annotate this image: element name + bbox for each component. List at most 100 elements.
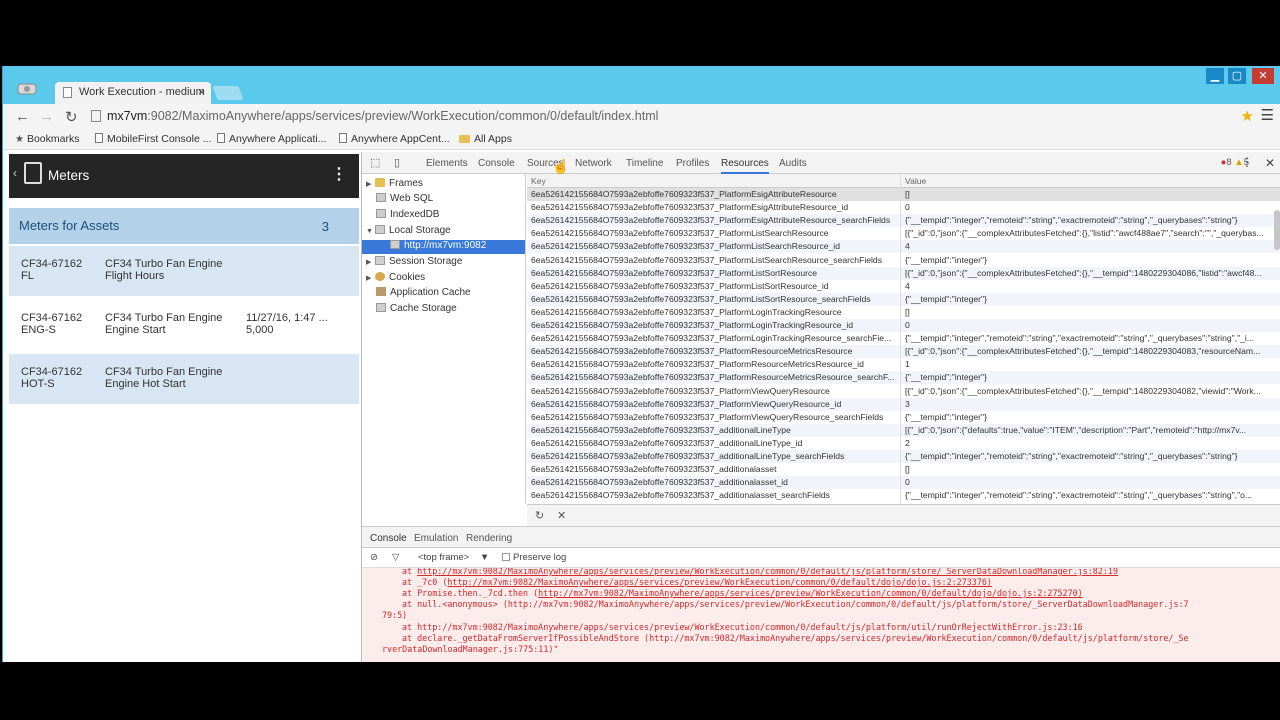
bookmark-anywhere-applications[interactable]: Anywhere Applicati... (217, 133, 326, 145)
page-info-icon[interactable] (91, 110, 101, 122)
tab-resources[interactable]: Resources (721, 158, 769, 174)
table-row[interactable]: 6ea526142155684O7593a2ebfoffe7609323f537… (527, 489, 1280, 502)
table-row[interactable]: 6ea526142155684O7593a2ebfoffe7609323f537… (527, 411, 1280, 424)
close-window-button[interactable]: ✕ (1252, 68, 1274, 84)
back-button[interactable]: ← (15, 108, 30, 125)
minimize-button[interactable]: ▁ (1206, 68, 1224, 84)
table-row[interactable]: 6ea526142155684O7593a2ebfoffe7609323f537… (527, 319, 1280, 332)
list-item[interactable]: CF34-67162 HOT-S CF34 Turbo Fan Engine E… (9, 354, 359, 404)
tab-profiles[interactable]: Profiles (676, 158, 709, 169)
bookmark-anywhere-appcenter[interactable]: Anywhere AppCent... (339, 133, 450, 145)
clear-console-icon[interactable]: ⊘ (370, 552, 378, 563)
frame-selector[interactable]: <top frame> ▼ (418, 552, 489, 563)
section-count: 3 (321, 219, 329, 234)
tree-item-websql[interactable]: Web SQL (376, 193, 433, 207)
preserve-log-checkbox[interactable]: Preserve log (502, 552, 566, 563)
list-item[interactable]: CF34-67162 FL CF34 Turbo Fan Engine Flig… (9, 246, 359, 296)
table-row[interactable]: 6ea526142155684O7593a2ebfoffe7609323f537… (527, 292, 1280, 306)
more-actions-icon[interactable]: ⋮ (331, 164, 347, 184)
tab-network[interactable]: Network (575, 158, 612, 169)
bookmark-star-icon[interactable]: ★ (1241, 107, 1254, 125)
tab-audits[interactable]: Audits (779, 158, 807, 169)
table-row[interactable]: 6ea526142155684O7593a2ebfoffe7609323f537… (527, 476, 1280, 490)
tree-item-indexeddb[interactable]: IndexedDB (376, 209, 439, 223)
device-mode-icon[interactable]: ▯ (394, 156, 400, 169)
maximize-button[interactable]: ▢ (1228, 68, 1246, 84)
storage-value-cell: 4 (905, 241, 910, 252)
reload-button[interactable]: ↻ (65, 108, 78, 126)
table-row[interactable]: 6ea526142155684O7593a2ebfoffe7609323f537… (527, 214, 1280, 228)
table-row[interactable]: 6ea526142155684O7593a2ebfoffe7609323f537… (527, 332, 1280, 345)
devtools-menu-icon[interactable]: ⋮ (1241, 155, 1253, 169)
table-row[interactable]: 6ea526142155684O7593a2ebfoffe7609323f537… (527, 227, 1280, 240)
grid-scrollbar[interactable] (1274, 210, 1280, 250)
devtools-close-icon[interactable]: ✕ (1265, 156, 1275, 170)
tab-elements[interactable]: Elements (426, 158, 468, 169)
table-row[interactable]: 6ea526142155684O7593a2ebfoffe7609323f537… (527, 188, 1280, 201)
table-row[interactable]: 6ea526142155684O7593a2ebfoffe7609323f537… (527, 450, 1280, 463)
storage-key-cell: 6ea526142155684O7593a2ebfoffe7609323f537… (531, 202, 849, 213)
inspect-element-icon[interactable]: ⬚ (370, 156, 380, 169)
browser-tab-work-execution[interactable]: Work Execution - medium × (55, 82, 211, 104)
expand-arrow-icon[interactable]: ▶ (366, 180, 375, 188)
browser-menu-icon[interactable]: ☰ (1261, 106, 1274, 124)
drawer-tab-rendering[interactable]: Rendering (466, 533, 512, 544)
tree-item-local-storage-origin[interactable]: http://mx7vm:9082 (362, 240, 525, 254)
list-item[interactable]: CF34-67162 ENG-S CF34 Turbo Fan Engine E… (9, 300, 359, 350)
table-row[interactable]: 6ea526142155684O7593a2ebfoffe7609323f537… (527, 463, 1280, 476)
drawer-tab-emulation[interactable]: Emulation (414, 533, 458, 544)
table-row[interactable]: 6ea526142155684O7593a2ebfoffe7609323f537… (527, 201, 1280, 214)
refresh-icon[interactable]: ↻ (535, 509, 544, 522)
key-column-header[interactable]: Key (531, 176, 546, 186)
console-source-link[interactable]: http://mx7vm:9082/MaximoAnywhere/apps/se… (417, 568, 1118, 576)
table-row[interactable]: 6ea526142155684O7593a2ebfoffe7609323f537… (527, 306, 1280, 319)
bookmark-mobilefirst-console[interactable]: MobileFirst Console ... (95, 133, 211, 145)
tab-console[interactable]: Console (478, 158, 515, 169)
console-line-prefix: at null.<anonymous> (402, 599, 503, 609)
resources-tree: ▶ Frames Web SQL IndexedDB ▼ Local Storage… (362, 174, 526, 504)
table-row[interactable]: 6ea526142155684O7593a2ebfoffe7609323f537… (527, 266, 1280, 280)
console-source-link[interactable]: http://mx7vm:9082/MaximoAnywhere/apps/se… (447, 577, 992, 587)
meter-asset-id: CF34-67162 HOT-S (21, 366, 83, 390)
collapse-arrow-icon[interactable]: ▼ (366, 228, 375, 235)
tree-item-local-storage[interactable]: ▼ Local Storage (366, 225, 451, 239)
console-line-prefix: at (402, 622, 418, 632)
table-row[interactable]: 6ea526142155684O7593a2ebfoffe7609323f537… (527, 254, 1280, 267)
table-row[interactable]: 6ea526142155684O7593a2ebfoffe7609323f537… (527, 385, 1280, 398)
folder-icon (375, 178, 385, 187)
chrome-user-icon[interactable] (17, 80, 37, 98)
table-row[interactable]: 6ea526142155684O7593a2ebfoffe7609323f537… (527, 345, 1280, 359)
tree-item-cookies[interactable]: ▶ Cookies (366, 272, 425, 286)
console-source-link[interactable]: http://mx7vm:9082/MaximoAnywhere/apps/se… (538, 588, 1083, 598)
drawer-tab-console[interactable]: Console (370, 533, 407, 544)
value-column-header[interactable]: Value (905, 176, 926, 186)
forward-button[interactable]: → (39, 108, 54, 125)
column-divider[interactable] (900, 174, 901, 504)
bookmark-all-apps[interactable]: All Apps (459, 133, 512, 145)
back-chevron-icon[interactable]: ‹ (13, 166, 17, 180)
expand-arrow-icon[interactable]: ▶ (366, 258, 375, 266)
bookmark-bookmarks[interactable]: ★ Bookmarks (15, 133, 79, 145)
table-row[interactable]: 6ea526142155684O7593a2ebfoffe7609323f537… (527, 397, 1280, 411)
storage-value-cell: [] (905, 464, 910, 475)
table-row[interactable]: 6ea526142155684O7593a2ebfoffe7609323f537… (527, 371, 1280, 385)
tab-close-icon[interactable]: × (198, 85, 205, 99)
tree-item-session-storage[interactable]: ▶ Session Storage (366, 256, 462, 270)
table-row[interactable]: 6ea526142155684O7593a2ebfoffe7609323f537… (527, 280, 1280, 293)
tab-timeline[interactable]: Timeline (626, 158, 663, 169)
filter-icon[interactable]: ▽ (392, 552, 399, 563)
expand-arrow-icon[interactable]: ▶ (366, 274, 375, 282)
delete-icon[interactable]: ✕ (557, 509, 566, 522)
tree-item-cache-storage[interactable]: Cache Storage (376, 303, 457, 317)
new-tab-button[interactable] (212, 86, 244, 100)
table-row[interactable]: 6ea526142155684O7593a2ebfoffe7609323f537… (527, 358, 1280, 371)
storage-value-cell: {"__tempid":"integer"} (905, 254, 987, 265)
storage-key-cell: 6ea526142155684O7593a2ebfoffe7609323f537… (531, 398, 842, 409)
storage-value-cell: [] (905, 189, 910, 199)
address-bar[interactable]: mx7vm:9082/MaximoAnywhere/apps/services/… (87, 106, 1237, 128)
tree-item-application-cache[interactable]: Application Cache (376, 287, 471, 301)
table-row[interactable]: 6ea526142155684O7593a2ebfoffe7609323f537… (527, 423, 1280, 437)
tree-item-frames[interactable]: ▶ Frames (366, 178, 423, 192)
table-row[interactable]: 6ea526142155684O7593a2ebfoffe7609323f537… (527, 240, 1280, 254)
table-row[interactable]: 6ea526142155684O7593a2ebfoffe7609323f537… (527, 437, 1280, 450)
